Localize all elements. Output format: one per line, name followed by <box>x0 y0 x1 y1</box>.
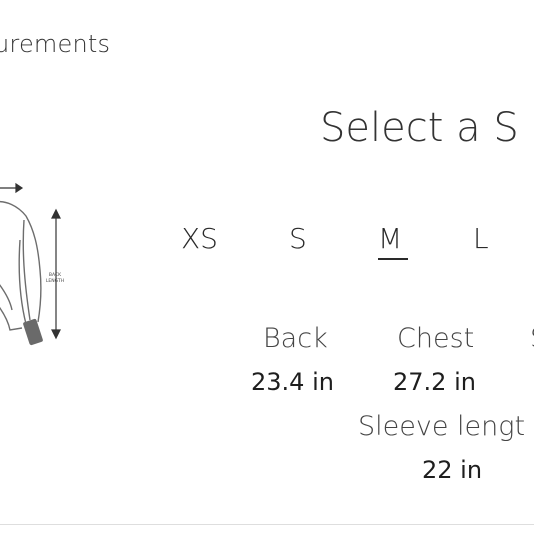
sleeve-length-value: 22 in <box>422 456 483 484</box>
width-arrow <box>0 182 24 194</box>
cut-off-measurement-label: S <box>530 323 534 354</box>
back-length-label-line2: LENGTH <box>46 278 64 284</box>
size-option-m[interactable]: M <box>378 222 402 255</box>
size-option-s[interactable]: S <box>289 222 307 255</box>
cuff-shape <box>23 318 43 346</box>
chest-value: 27.2 in <box>393 368 476 396</box>
select-size-title: Select a S <box>320 105 519 151</box>
back-length-label-line1: BACK <box>49 272 62 278</box>
garment-measurement-diagram: BACK LENGTH <box>0 182 64 346</box>
chest-label: Chest <box>397 323 475 354</box>
hoodie-outline <box>0 201 42 331</box>
sleeve-length-label: Sleeve lengt <box>358 411 526 442</box>
back-label: Back <box>263 323 328 354</box>
back-value: 23.4 in <box>251 368 334 396</box>
size-option-l[interactable]: L <box>473 222 489 255</box>
section-divider <box>0 524 534 525</box>
size-option-xs[interactable]: XS <box>181 222 218 255</box>
selected-size-underline <box>378 258 408 260</box>
measurements-heading: urements <box>0 30 111 58</box>
